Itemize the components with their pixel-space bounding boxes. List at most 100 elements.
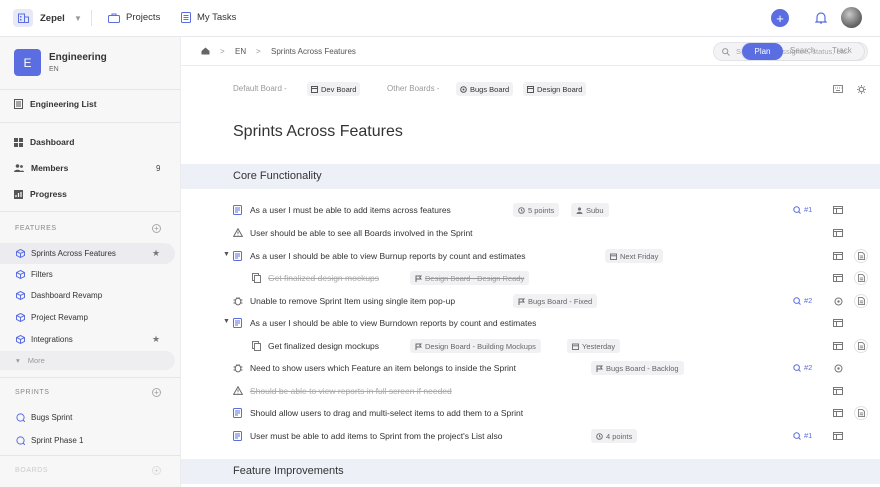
list-item[interactable]: Should be able to view reports in full s… — [181, 381, 880, 403]
my-tasks-link[interactable]: My Tasks — [181, 12, 236, 23]
sidebar-item-label: Dashboard Revamp — [31, 291, 103, 300]
sidebar-item-feature[interactable]: Sprints Across Features — [0, 243, 175, 264]
sidebar-item-feature[interactable]: Project Revamp — [0, 307, 175, 328]
board-icon[interactable] — [831, 226, 845, 240]
item-tag[interactable]: Yesterday — [567, 339, 621, 353]
item-title[interactable]: As a user I should be able to view Burnd… — [250, 318, 536, 328]
item-title[interactable]: Unable to remove Sprint Item using singl… — [250, 296, 455, 306]
workspace-name[interactable]: Zepel — [40, 13, 65, 24]
item-title[interactable]: User must be able to add items to Sprint… — [250, 431, 503, 441]
sidebar-item-progress[interactable]: Progress — [14, 189, 67, 199]
more-button[interactable]: ▾ More — [0, 351, 175, 370]
sidebar-item-sprint[interactable]: Bugs Sprint — [0, 407, 175, 428]
list-item[interactable]: Get finalized design mockups Design Board… — [181, 336, 880, 358]
item-tag[interactable]: 4 points — [591, 429, 638, 443]
add-board-icon[interactable]: + — [152, 466, 161, 475]
item-title[interactable]: Get finalized design mockups — [268, 341, 379, 351]
project-name[interactable]: Engineering — [49, 52, 107, 63]
project-avatar[interactable]: E — [14, 49, 41, 76]
expand-caret-icon[interactable]: ▼ — [223, 318, 230, 325]
sidebar-item-members[interactable]: Members — [14, 163, 68, 173]
list-item[interactable]: User should be able to see all Boards in… — [181, 223, 880, 245]
bug-board-icon[interactable] — [831, 294, 845, 308]
list-item[interactable]: As a user I must be able to add items ac… — [181, 200, 880, 222]
sprint-ref[interactable]: #2 — [793, 363, 812, 372]
tab-search[interactable]: Search — [790, 46, 815, 55]
document-icon[interactable] — [854, 249, 868, 263]
sprint-ref[interactable]: #1 — [793, 431, 812, 440]
add-feature-icon[interactable]: + — [152, 224, 161, 233]
star-icon[interactable]: ★ — [152, 334, 160, 345]
board-icon[interactable] — [831, 203, 845, 217]
board-icon[interactable] — [831, 406, 845, 420]
sidebar-item-dashboard[interactable]: Dashboard — [14, 137, 74, 147]
tab-track[interactable]: Track — [832, 46, 852, 55]
item-title[interactable]: Need to show users which Feature an item… — [250, 363, 516, 373]
workspace-icon[interactable] — [13, 9, 33, 27]
board-icon[interactable] — [831, 384, 845, 398]
main-content: Default Board - Dev Board Other Boards -… — [181, 66, 880, 487]
item-tag[interactable]: Design Board - Building Mockups — [410, 339, 541, 353]
sprint-ref[interactable]: #1 — [793, 205, 812, 214]
projects-link[interactable]: Projects — [108, 12, 160, 23]
star-icon[interactable]: ★ — [152, 248, 160, 259]
sidebar-item-feature[interactable]: Filters — [0, 264, 175, 285]
list-item[interactable]: Need to show users which Feature an item… — [181, 358, 880, 380]
item-title[interactable]: Should be able to view reports in full s… — [250, 386, 452, 396]
board-icon[interactable] — [831, 249, 845, 263]
other-board-chip[interactable]: Bugs Board — [456, 82, 514, 96]
breadcrumb-page[interactable]: Sprints Across Features — [271, 47, 356, 56]
sidebar-item-sprint[interactable]: Sprint Phase 1 — [0, 430, 175, 451]
mode-switcher: Plan Search Track — [741, 42, 865, 61]
list-item[interactable]: Get finalized design mockups Design Board… — [181, 268, 880, 290]
list-item[interactable]: Should allow users to drag and multi-sel… — [181, 403, 880, 425]
item-tag[interactable]: Bugs Board - Backlog — [591, 361, 684, 375]
sprint-ref[interactable]: #2 — [793, 296, 812, 305]
sidebar-item-feature[interactable]: Integrations — [0, 329, 175, 350]
board-icon[interactable] — [831, 429, 845, 443]
list-icon — [14, 99, 23, 109]
chevron-down-icon[interactable]: ▼ — [74, 14, 82, 23]
list-item[interactable]: ▼ As a user I should be able to view Burn… — [181, 313, 880, 335]
item-title[interactable]: As a user I should be able to view Burnu… — [250, 251, 525, 261]
calendar-icon — [610, 253, 617, 260]
section-header[interactable]: Core Functionality — [181, 164, 880, 189]
document-icon[interactable] — [854, 339, 868, 353]
default-board-chip[interactable]: Dev Board — [307, 82, 361, 96]
gear-icon[interactable] — [857, 85, 866, 94]
tab-plan[interactable]: Plan — [742, 43, 783, 60]
expand-caret-icon[interactable]: ▼ — [223, 251, 230, 258]
item-tag[interactable]: Subu — [571, 203, 609, 217]
item-title[interactable]: Get finalized design mockups — [268, 273, 379, 283]
item-title[interactable]: User should be able to see all Boards in… — [250, 228, 473, 238]
add-sprint-icon[interactable]: + — [152, 388, 161, 397]
item-title[interactable]: As a user I must be able to add items ac… — [250, 205, 451, 215]
home-icon[interactable] — [201, 47, 210, 55]
bell-icon[interactable] — [815, 11, 827, 24]
board-icon[interactable] — [831, 271, 845, 285]
sidebar-item-list[interactable]: Engineering List — [14, 99, 97, 109]
divider — [0, 455, 180, 456]
section-header[interactable]: Feature Improvements — [181, 459, 880, 484]
other-board-chip[interactable]: Design Board — [523, 82, 587, 96]
board-icon[interactable] — [831, 339, 845, 353]
document-icon[interactable] — [854, 271, 868, 285]
board-icon[interactable] — [831, 316, 845, 330]
keyboard-icon[interactable] — [833, 85, 843, 93]
list-item[interactable]: ▼ As a user I should be able to view Burn… — [181, 246, 880, 268]
sidebar-item-feature[interactable]: Dashboard Revamp — [0, 285, 175, 306]
bug-board-icon[interactable] — [831, 361, 845, 375]
avatar[interactable] — [841, 7, 862, 28]
list-item[interactable]: Unable to remove Sprint Item using singl… — [181, 291, 880, 313]
item-tag[interactable]: Design Board - Design Ready — [410, 271, 530, 285]
list-item[interactable]: User must be able to add items to Sprint… — [181, 426, 880, 448]
add-button[interactable]: + — [771, 9, 789, 27]
item-tag[interactable]: Next Friday — [605, 249, 664, 263]
more-label: More — [27, 356, 45, 365]
item-title[interactable]: Should allow users to drag and multi-sel… — [250, 408, 523, 418]
document-icon[interactable] — [854, 294, 868, 308]
item-tag[interactable]: 5 points — [513, 203, 560, 217]
breadcrumb-project[interactable]: EN — [235, 47, 246, 56]
document-icon[interactable] — [854, 406, 868, 420]
item-tag[interactable]: Bugs Board - Fixed — [513, 294, 598, 308]
